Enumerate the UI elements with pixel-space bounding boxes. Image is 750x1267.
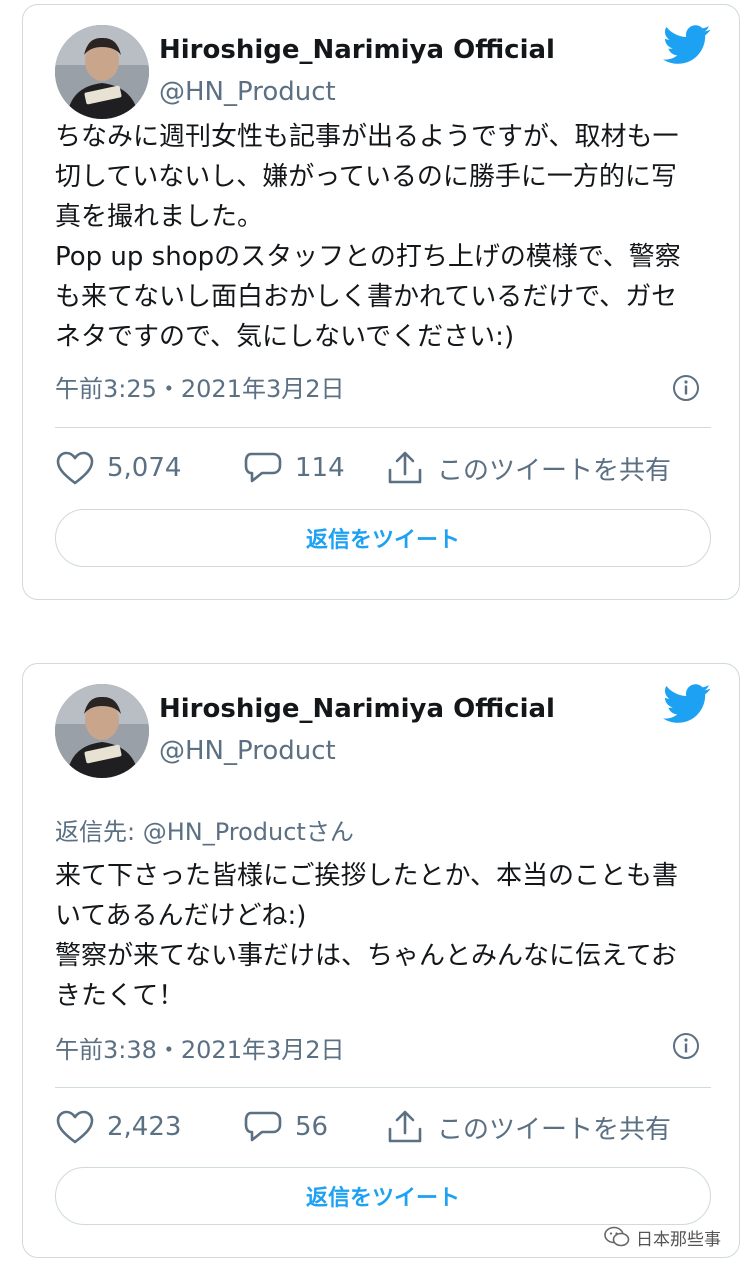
tweet-text-line: 来て下さった皆様にご挨拶したとか、本当のことも書: [55, 861, 678, 891]
like-button[interactable]: 2,423: [55, 1107, 181, 1147]
tweet-text-line: ネタですので、気にしないでください:): [55, 322, 515, 352]
speech-bubble-icon: [244, 452, 282, 483]
wechat-icon: [604, 1226, 630, 1247]
like-count: 5,074: [107, 453, 182, 483]
tweet-text: ちなみに週刊女性も記事が出るようですが、取材も一 切していないし、嫌がっているの…: [55, 117, 715, 357]
heart-icon: [56, 451, 94, 485]
tweet-text-line: ちなみに週刊女性も記事が出るようですが、取材も一: [55, 122, 679, 152]
tweet-card[interactable]: Hiroshige_Narimiya Official @HN_Product …: [22, 663, 740, 1258]
tweet-timestamp[interactable]: 午前3:38・2021年3月2日: [55, 1030, 345, 1065]
tweet-text-line: 警察が来てない事だけは、ちゃんとみんなに伝えてお: [55, 941, 677, 971]
divider: [55, 427, 711, 428]
watermark-text: 日本那些事: [636, 1229, 721, 1250]
share-button[interactable]: このツイートを共有: [385, 1107, 671, 1147]
share-label: このツイートを共有: [437, 455, 672, 486]
tweet-text: 来て下さった皆様にご挨拶したとか、本当のことも書 いてあるんだけどね:) 警察が…: [55, 856, 715, 1016]
divider: [55, 1087, 711, 1088]
reply-count: 56: [295, 1112, 329, 1142]
display-name[interactable]: Hiroshige_Narimiya Official: [159, 35, 555, 65]
user-handle[interactable]: @HN_Product: [159, 77, 336, 107]
tweet-timestamp[interactable]: 午前3:25・2021年3月2日: [55, 369, 345, 404]
tweet-text-line: 切していないし、嫌がっているのに勝手に一方的に写: [55, 162, 677, 192]
watermark: 日本那些事: [604, 1224, 721, 1250]
tweet-text-line: 真を撮れました。: [55, 202, 264, 232]
like-button[interactable]: 5,074: [55, 448, 181, 488]
info-icon[interactable]: [671, 1031, 701, 1061]
tweet-text-line: Pop up shopのスタッフとの打ち上げの模様で、警察: [55, 242, 681, 272]
share-icon: [388, 1110, 422, 1143]
tweet-reply-button[interactable]: 返信をツイート: [55, 1167, 711, 1225]
reply-to-label[interactable]: 返信先: @HN_Productさん: [55, 812, 354, 847]
share-label: このツイートを共有: [437, 1114, 672, 1145]
display-name[interactable]: Hiroshige_Narimiya Official: [159, 694, 555, 724]
tweet-text-line: いてあるんだけどね:): [55, 901, 307, 931]
heart-icon: [56, 1110, 94, 1144]
reply-button[interactable]: 56: [243, 1107, 328, 1147]
reply-count: 114: [295, 453, 345, 483]
avatar[interactable]: [55, 25, 149, 119]
user-handle[interactable]: @HN_Product: [159, 736, 336, 766]
tweet-text-line: きたくて！: [55, 981, 185, 1011]
info-icon[interactable]: [671, 373, 701, 403]
tweet-card[interactable]: Hiroshige_Narimiya Official @HN_Product …: [22, 4, 740, 600]
avatar[interactable]: [55, 684, 149, 778]
tweet-text-line: も来てないし面白おかしく書かれているだけで、ガセ: [55, 282, 678, 312]
twitter-bird-icon[interactable]: [663, 684, 711, 724]
share-button[interactable]: このツイートを共有: [385, 448, 671, 488]
share-icon: [388, 451, 422, 484]
reply-button[interactable]: 114: [243, 448, 345, 488]
speech-bubble-icon: [244, 1111, 282, 1142]
tweet-reply-button[interactable]: 返信をツイート: [55, 509, 711, 567]
like-count: 2,423: [107, 1112, 182, 1142]
twitter-bird-icon[interactable]: [663, 25, 711, 65]
